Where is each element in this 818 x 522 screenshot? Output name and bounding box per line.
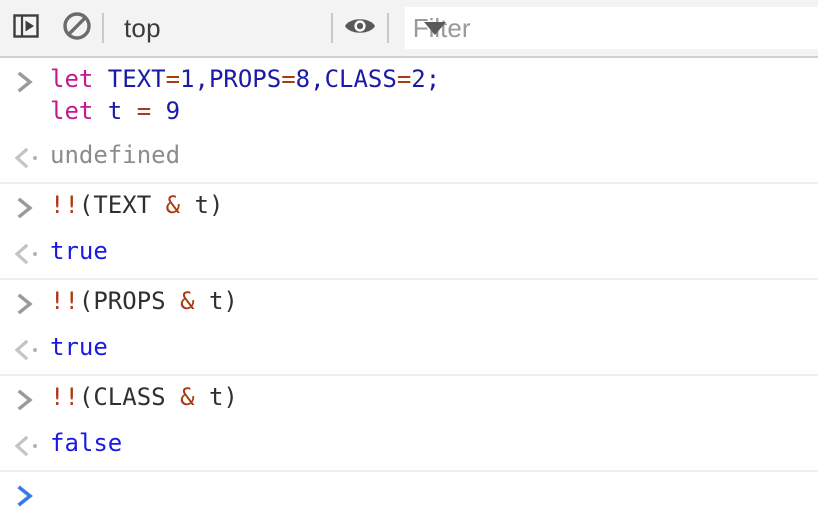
output-gutter — [0, 326, 50, 362]
output-gutter — [0, 230, 50, 266]
console-output-row: true — [0, 326, 818, 374]
code-token: , — [194, 65, 209, 93]
code-token: true — [50, 237, 108, 265]
result-arrow-icon — [13, 146, 37, 170]
console-output-text: true — [50, 326, 818, 368]
execution-context-selector[interactable]: top — [104, 0, 446, 57]
code-token: false — [50, 429, 123, 457]
eye-icon — [343, 13, 377, 44]
code-token: = — [281, 65, 296, 93]
code-token: 2 — [411, 65, 426, 93]
code-token: !! — [50, 287, 79, 315]
console-input-text: !!(CLASS & t) — [50, 376, 818, 418]
code-token: ( — [78, 287, 94, 315]
input-gutter — [0, 184, 50, 220]
code-token: TEXT — [107, 65, 166, 93]
console-message-list[interactable]: let TEXT=1,PROPS=8,CLASS=2; let t = 9 und… — [0, 58, 818, 520]
input-gutter — [0, 58, 50, 94]
code-token: undefined — [50, 141, 181, 169]
code-token: !! — [50, 383, 79, 411]
code-token: let — [50, 97, 108, 125]
console-toolbar: top — [0, 0, 818, 58]
filter-field-wrapper — [389, 0, 818, 57]
code-token: ( — [78, 191, 94, 219]
code-token: & — [180, 287, 195, 315]
prompt-arrow-icon — [13, 196, 37, 220]
chevron-down-icon — [424, 22, 446, 35]
code-token: TEXT — [93, 191, 152, 219]
code-token: PROPS — [208, 65, 282, 93]
console-input-text: let TEXT=1,PROPS=8,CLASS=2; let t = 9 — [50, 58, 818, 132]
result-arrow-icon — [13, 338, 37, 362]
live-expression-button[interactable] — [333, 0, 387, 57]
code-token: t — [107, 97, 137, 125]
prompt-caret-gutter — [0, 484, 50, 508]
code-token: t) — [180, 191, 224, 219]
code-token: 9 — [165, 97, 181, 125]
code-token: = — [165, 65, 181, 93]
filter-input[interactable] — [404, 7, 818, 49]
prompt-arrow-icon — [13, 388, 37, 412]
result-arrow-icon — [13, 242, 37, 266]
code-token: 1 — [180, 65, 195, 93]
console-group: !!(CLASS & t) false — [0, 376, 818, 472]
console-group: !!(PROPS & t) true — [0, 280, 818, 376]
console-output-row: true — [0, 230, 818, 278]
code-token: & — [165, 191, 181, 219]
input-gutter — [0, 280, 50, 316]
console-group: !!(TEXT & t) true — [0, 184, 818, 280]
code-token: t) — [194, 383, 238, 411]
console-output-row: false — [0, 422, 818, 470]
clear-console-button[interactable] — [52, 0, 102, 57]
output-gutter — [0, 422, 50, 458]
code-token: ( — [78, 383, 94, 411]
show-console-sidebar-button[interactable] — [0, 0, 52, 57]
console-input-text: !!(PROPS & t) — [50, 280, 818, 322]
console-output-text: true — [50, 230, 818, 272]
devtools-console-panel: top Filter let TEXT=1,PROPS=8,CLASS=2; l… — [0, 0, 818, 522]
code-token: = — [136, 97, 166, 125]
prompt-arrow-icon — [13, 292, 37, 316]
code-token: t) — [194, 287, 238, 315]
input-gutter — [0, 376, 50, 412]
code-token: , — [310, 65, 325, 93]
code-token: let — [50, 65, 108, 93]
code-token: PROPS — [93, 287, 166, 315]
prompt-arrow-icon — [13, 70, 37, 94]
console-input-row[interactable]: !!(TEXT & t) — [0, 184, 818, 230]
console-input-text: !!(TEXT & t) — [50, 184, 818, 226]
console-input-row[interactable]: let TEXT=1,PROPS=8,CLASS=2; let t = 9 — [0, 58, 818, 134]
code-token: true — [50, 333, 108, 361]
code-token: CLASS — [324, 65, 397, 93]
sidebar-panel-icon — [11, 11, 41, 46]
console-output-text: undefined — [50, 134, 818, 176]
execution-context-label: top — [124, 13, 161, 43]
prompt-arrow-icon — [13, 484, 37, 508]
console-prompt-input[interactable] — [50, 484, 818, 516]
console-output-text: false — [50, 422, 818, 464]
clear-console-icon — [61, 10, 93, 47]
console-group: let TEXT=1,PROPS=8,CLASS=2; let t = 9 und… — [0, 58, 818, 184]
result-arrow-icon — [13, 434, 37, 458]
console-input-row[interactable]: !!(PROPS & t) — [0, 280, 818, 326]
output-gutter — [0, 134, 50, 170]
console-output-row: undefined — [0, 134, 818, 182]
code-token: CLASS — [93, 383, 166, 411]
code-token: & — [180, 383, 195, 411]
console-prompt-row[interactable] — [0, 472, 818, 520]
code-token: !! — [50, 191, 79, 219]
code-token: ; — [425, 65, 441, 93]
code-token: = — [396, 65, 412, 93]
code-token: 8 — [295, 65, 311, 93]
console-prompt-group — [0, 472, 818, 520]
console-input-row[interactable]: !!(CLASS & t) — [0, 376, 818, 422]
